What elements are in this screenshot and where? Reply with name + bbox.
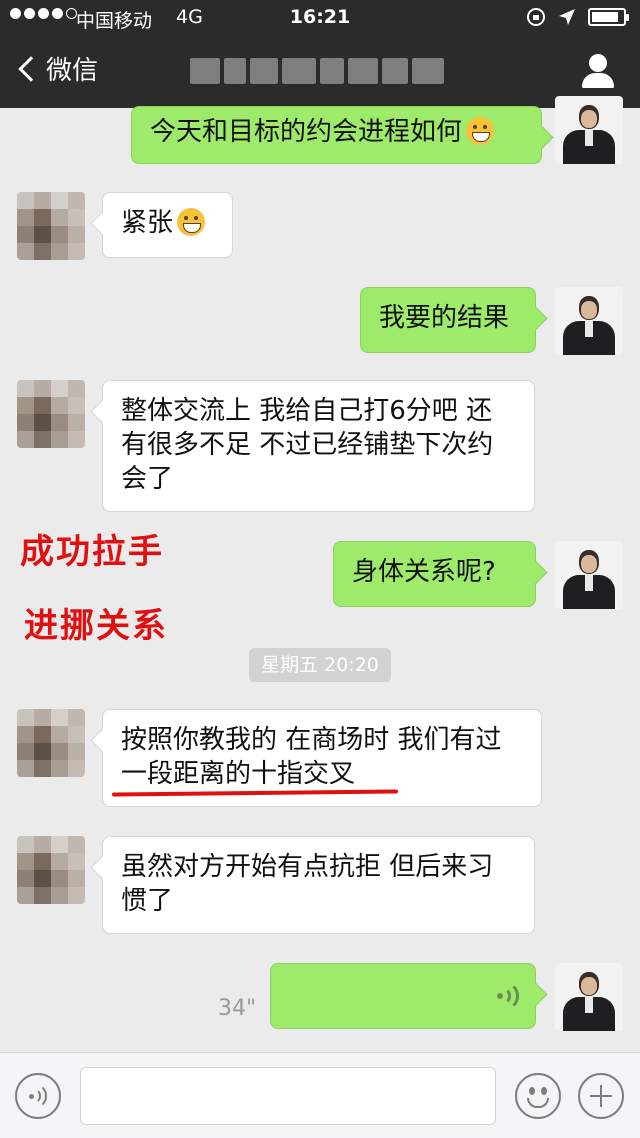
avatar-self[interactable] <box>555 541 623 609</box>
person-icon <box>589 54 607 72</box>
annotation-text: 进挪关系 <box>24 606 168 646</box>
voice-message-bubble[interactable] <box>270 963 536 1029</box>
avatar-self[interactable] <box>555 963 623 1031</box>
voice-duration: 34" <box>218 996 257 1021</box>
message-bubble-outgoing[interactable]: 我要的结果 <box>360 287 536 353</box>
avatar-contact[interactable] <box>17 192 85 260</box>
message-text-input[interactable] <box>80 1067 496 1125</box>
message-text: 今天和目标的约会进程如何 <box>150 117 463 147</box>
message-input-bar <box>0 1052 640 1138</box>
message-text: 紧张 <box>121 208 174 238</box>
chat-header: 微信 <box>0 36 640 108</box>
message-bubble-outgoing[interactable]: 今天和目标的约会进程如何 <box>131 106 542 164</box>
more-options-button[interactable] <box>578 1073 624 1119</box>
message-text: 整体交流上 我给自己打6分吧 还有很多不足 不过已经铺垫下次约会了 <box>121 396 494 494</box>
back-label: 微信 <box>46 56 99 86</box>
status-bar: 中国移动 4G 16:21 <box>0 0 640 36</box>
message-text: 按照你教我的 在商场时 我们有过一段距离的十指交叉 <box>121 725 502 789</box>
message-bubble-incoming[interactable]: 虽然对方开始有点抗拒 但后来习惯了 <box>102 836 535 934</box>
back-button[interactable]: 微信 <box>14 50 98 87</box>
message-text: 我要的结果 <box>379 303 510 333</box>
smiley-icon <box>529 1087 535 1095</box>
voice-input-button[interactable] <box>15 1073 61 1119</box>
battery-icon <box>588 8 629 26</box>
rotation-lock-icon <box>527 8 545 26</box>
avatar-contact[interactable] <box>17 709 85 777</box>
avatar-self[interactable] <box>555 287 623 355</box>
message-bubble-outgoing[interactable]: 身体关系呢? <box>333 541 536 607</box>
grinning-face-icon <box>466 117 495 145</box>
tears-of-joy-icon <box>177 208 206 236</box>
chat-title-redacted <box>190 58 444 84</box>
chat-info-button[interactable] <box>580 54 616 90</box>
avatar-contact[interactable] <box>17 836 85 904</box>
timestamp-divider: 星期五 20:20 <box>249 648 391 682</box>
voice-wave-icon <box>497 981 523 1011</box>
annotation-text: 成功拉手 <box>20 532 164 572</box>
avatar-self[interactable] <box>555 96 623 164</box>
message-bubble-incoming[interactable]: 紧张 <box>102 192 233 258</box>
avatar-contact[interactable] <box>17 380 85 448</box>
message-text: 虽然对方开始有点抗拒 但后来习惯了 <box>121 852 494 916</box>
location-arrow-icon <box>559 9 575 25</box>
message-bubble-incoming[interactable]: 整体交流上 我给自己打6分吧 还有很多不足 不过已经铺垫下次约会了 <box>102 380 535 512</box>
emoji-button[interactable] <box>515 1073 561 1119</box>
message-text: 身体关系呢? <box>352 557 496 587</box>
chevron-left-icon <box>18 55 44 82</box>
